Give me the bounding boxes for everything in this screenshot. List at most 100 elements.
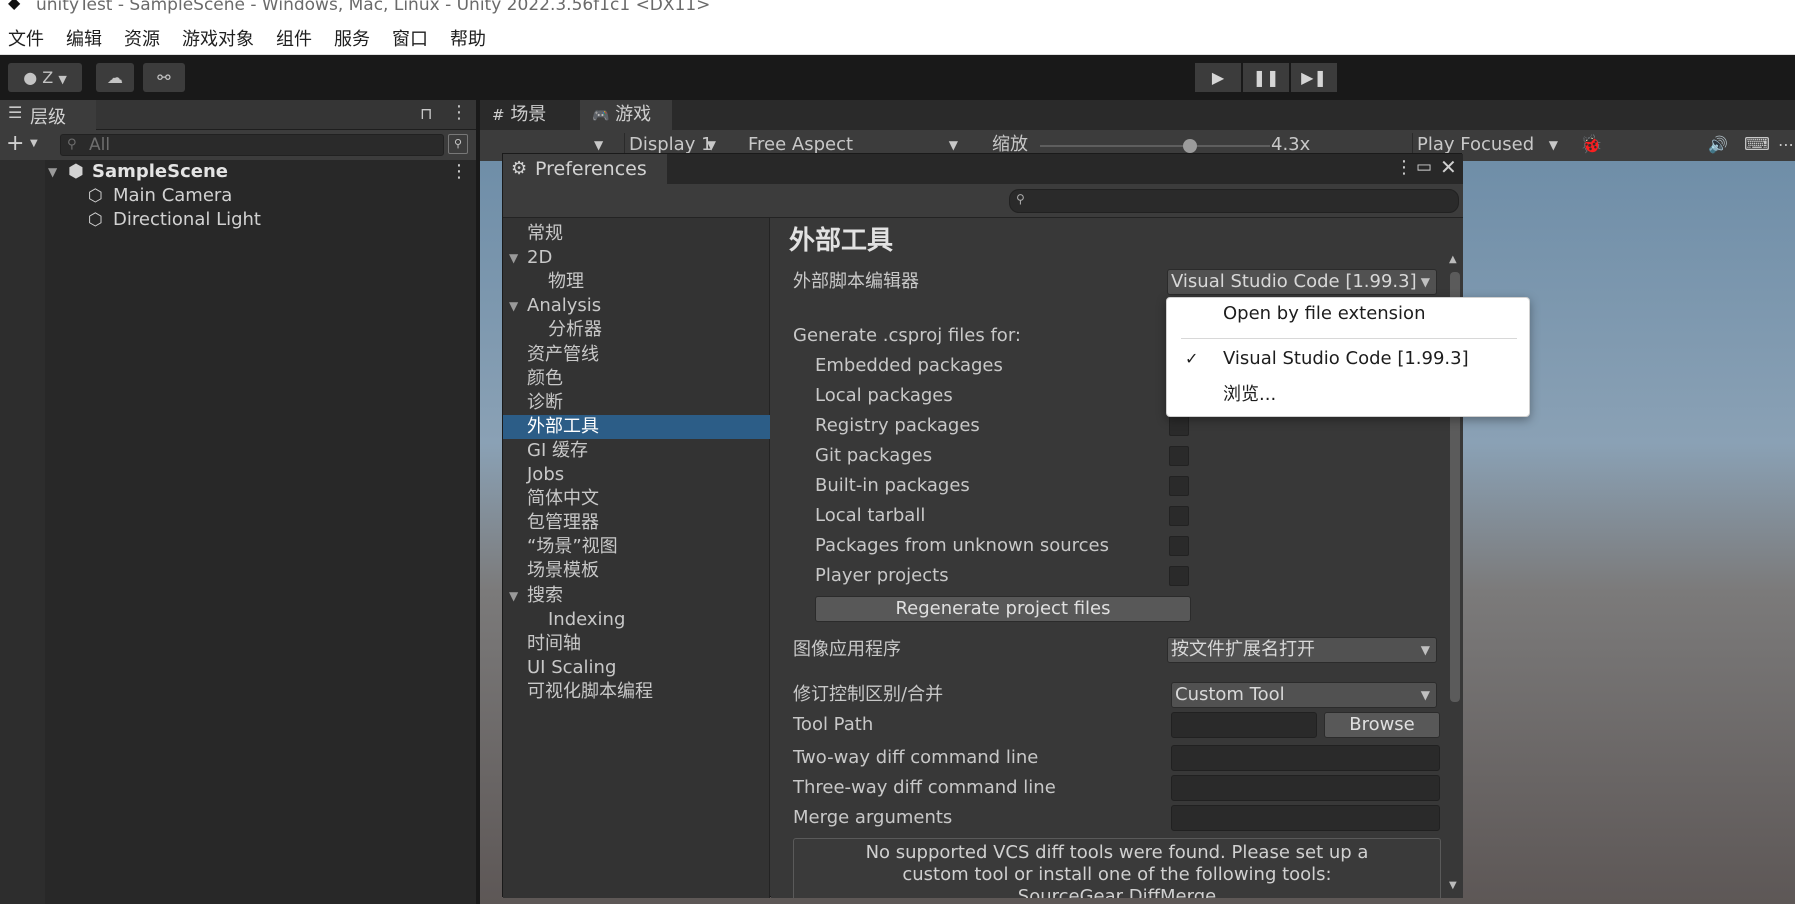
popup-item-vscode[interactable]: ✓ Visual Studio Code [1.99.3] <box>1167 344 1531 374</box>
search-icon: ⚲ <box>1016 192 1025 206</box>
step-button[interactable]: ▶❚ <box>1291 63 1337 92</box>
tab-scene[interactable]: # 场景 <box>480 100 580 130</box>
tree-row-scene[interactable]: ▼ ⬢ SampleScene ⋮ <box>0 160 476 184</box>
csproj-option-label: Local packages <box>815 385 953 406</box>
regenerate-project-files-button[interactable]: Regenerate project files <box>815 596 1191 622</box>
close-icon[interactable]: ✕ <box>1440 155 1457 179</box>
scroll-up-icon[interactable]: ▲ <box>1449 254 1457 265</box>
script-editor-dropdown[interactable]: Visual Studio Code [1.99.3] ▼ <box>1167 269 1437 295</box>
tab-game[interactable]: 🎮 游戏 <box>580 100 672 130</box>
pause-button[interactable]: ❚❚ <box>1243 63 1289 92</box>
section-heading: 外部工具 <box>789 226 894 256</box>
kebab-icon[interactable]: ⋮ <box>450 102 468 123</box>
scroll-down-icon[interactable]: ▼ <box>1449 880 1457 891</box>
nav-item[interactable]: 分析器 <box>503 318 770 342</box>
csproj-option-checkbox[interactable] <box>1169 536 1189 556</box>
tree-row-main-camera[interactable]: ⬡ Main Camera <box>0 184 476 208</box>
nav-item[interactable]: Jobs <box>503 463 770 487</box>
nav-item[interactable]: 包管理器 <box>503 511 770 535</box>
expand-arrow-icon[interactable]: ▼ <box>48 160 57 184</box>
menu-gameobject[interactable]: 游戏对象 <box>182 28 254 52</box>
tool-path-input[interactable] <box>1171 712 1317 738</box>
nav-item[interactable]: 颜色 <box>503 367 770 391</box>
three-way-diff-input[interactable] <box>1171 775 1440 801</box>
hierarchy-panel: ☰ 层级 ⊓ ⋮ + ▼ ⚲ All ⚲ ▼ ⬢ SampleScene ⋮ ⬡… <box>0 100 476 904</box>
menu-services[interactable]: 服务 <box>334 28 370 52</box>
expand-arrow-icon[interactable]: ▼ <box>509 294 518 318</box>
nav-item[interactable]: “场景”视图 <box>503 535 770 559</box>
merge-arguments-input[interactable] <box>1171 805 1440 831</box>
cloud-button[interactable]: ☁ <box>96 63 134 92</box>
search-by-type-icon[interactable]: ⚲ <box>448 134 468 154</box>
main-toolbar: ● Z ▼ ☁ ⚯ ▶ ❚❚ ▶❚ <box>0 55 1795 100</box>
nav-item[interactable]: 资产管线 <box>503 343 770 367</box>
nav-item[interactable]: 可视化脚本编程 <box>503 680 770 704</box>
csproj-option-checkbox[interactable] <box>1169 476 1189 496</box>
menu-window[interactable]: 窗口 <box>392 28 428 52</box>
nav-item[interactable]: UI Scaling <box>503 656 770 680</box>
chevron-down-icon[interactable]: ▼ <box>30 138 38 149</box>
add-icon[interactable]: + <box>6 130 24 158</box>
nav-item[interactable]: 时间轴 <box>503 632 770 656</box>
script-editor-value: Visual Studio Code [1.99.3] <box>1171 271 1417 292</box>
nav-item[interactable]: GI 缓存 <box>503 439 770 463</box>
nav-item[interactable]: ▼ 2D <box>503 246 770 270</box>
revision-control-label: 修订控制区别/合并 <box>793 684 944 705</box>
nav-item-label: 资产管线 <box>527 343 599 365</box>
scale-slider-thumb[interactable] <box>1182 139 1197 153</box>
nav-item[interactable]: ▼ Analysis <box>503 294 770 318</box>
tab-hierarchy[interactable]: ☰ 层级 <box>0 100 96 130</box>
account-button[interactable]: ● Z ▼ <box>8 63 82 92</box>
revision-control-dropdown[interactable]: Custom Tool ▼ <box>1171 682 1437 708</box>
keyboard-icon[interactable]: ⌨ <box>1744 133 1770 159</box>
expand-arrow-icon[interactable]: ▼ <box>509 246 518 270</box>
lock-icon[interactable]: ⊓ <box>420 104 432 123</box>
kebab-icon[interactable]: ⋮ <box>1395 157 1413 178</box>
hierarchy-search-input[interactable]: ⚲ All <box>60 134 444 156</box>
check-icon: ✓ <box>1185 349 1199 368</box>
maximize-icon[interactable]: ▭ <box>1416 157 1432 177</box>
nav-item[interactable]: 外部工具 <box>503 414 770 439</box>
collab-button[interactable]: ⚯ <box>143 63 185 92</box>
hierarchy-tab-label: 层级 <box>30 107 66 128</box>
nav-item[interactable]: 物理 <box>503 270 770 294</box>
nav-item[interactable]: 场景模板 <box>503 559 770 583</box>
nav-item[interactable]: ▼ 搜索 <box>503 584 770 608</box>
menu-component[interactable]: 组件 <box>276 28 312 52</box>
audio-icon[interactable]: 🔊 <box>1708 133 1728 159</box>
preferences-tab[interactable]: ⚙ Preferences <box>503 154 667 184</box>
csproj-option-label: Embedded packages <box>815 355 1003 376</box>
step-icon: ▶❚ <box>1301 68 1327 87</box>
browse-button[interactable]: Browse <box>1324 712 1440 738</box>
preferences-nav: 常规 ▼ 2D 物理 ▼ Analysis 分析器 资产管线 颜色 诊断 外部工具 GI 缓存 Jobs… <box>503 218 770 898</box>
expand-arrow-icon[interactable]: ▼ <box>509 584 518 608</box>
tree-row-directional-light[interactable]: ⬡ Directional Light <box>0 208 476 232</box>
menu-assets[interactable]: 资源 <box>124 28 160 52</box>
menu-file[interactable]: 文件 <box>8 28 44 52</box>
image-app-dropdown[interactable]: 按文件扩展名打开 ▼ <box>1167 637 1437 663</box>
menu-edit[interactable]: 编辑 <box>66 28 102 52</box>
csproj-option-checkbox[interactable] <box>1169 416 1189 436</box>
gameobject-icon: ⬡ <box>88 210 103 230</box>
play-button[interactable]: ▶ <box>1195 63 1241 92</box>
nav-item[interactable]: 常规 <box>503 222 770 246</box>
cloud-icon: ☁ <box>107 68 123 87</box>
menu-help[interactable]: 帮助 <box>450 28 486 52</box>
nav-item[interactable]: 简体中文 <box>503 487 770 511</box>
popup-item-browse[interactable]: 浏览... <box>1167 380 1531 410</box>
preferences-window: ⚙ Preferences ⋮ ▭ ✕ ⚲ 常规 ▼ 2D 物理 ▼ Analysis 分析… <box>502 153 1463 898</box>
kebab-icon[interactable]: ⋮ <box>450 160 468 184</box>
csproj-option-checkbox[interactable] <box>1169 506 1189 526</box>
more-icon[interactable]: ⋯ <box>1778 133 1794 159</box>
bug-icon[interactable]: 🐞 <box>1580 133 1602 159</box>
popup-item-open-by-extension[interactable]: Open by file extension <box>1167 299 1531 329</box>
csproj-option-checkbox[interactable] <box>1169 446 1189 466</box>
csproj-option-checkbox[interactable] <box>1169 566 1189 586</box>
preferences-search-input[interactable]: ⚲ <box>1009 189 1459 213</box>
nav-item[interactable]: Indexing <box>503 608 770 632</box>
hierarchy-tab-bar: ☰ 层级 ⊓ ⋮ <box>0 100 476 130</box>
gamepad-icon: 🎮 <box>592 108 610 124</box>
two-way-diff-input[interactable] <box>1171 745 1440 771</box>
nav-item[interactable]: 诊断 <box>503 391 770 415</box>
nav-item-label: 可视化脚本编程 <box>527 680 653 702</box>
